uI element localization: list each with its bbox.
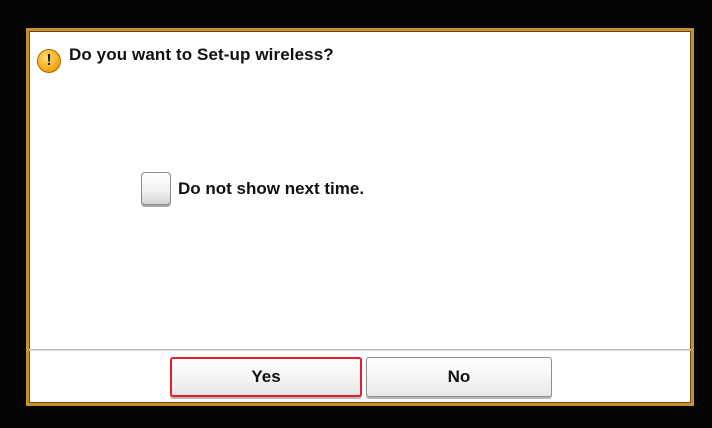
do-not-show-label: Do not show next time. xyxy=(178,178,365,198)
footer-divider xyxy=(29,349,691,351)
no-button[interactable]: No xyxy=(366,357,552,397)
do-not-show-option[interactable]: Do not show next time. xyxy=(141,172,364,205)
do-not-show-checkbox[interactable] xyxy=(141,172,171,205)
dialog-header: ! Do you want to Set-up wireless? xyxy=(37,39,334,73)
wireless-setup-dialog: ! Do you want to Set-up wireless? Do not… xyxy=(26,28,694,406)
printer-screen: ! Do you want to Set-up wireless? Do not… xyxy=(0,0,712,428)
warning-icon: ! xyxy=(37,49,61,73)
dialog-title: Do you want to Set-up wireless? xyxy=(69,45,334,64)
yes-button[interactable]: Yes xyxy=(170,357,362,397)
